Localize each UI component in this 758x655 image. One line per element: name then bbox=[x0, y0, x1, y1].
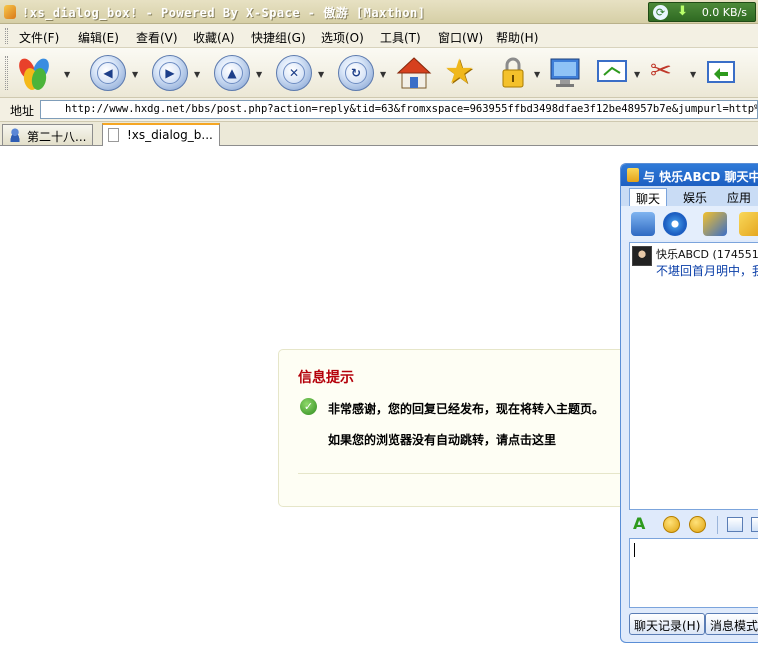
refresh-dropdown-icon[interactable]: ▼ bbox=[380, 70, 386, 79]
maxthon-app-icon bbox=[4, 5, 16, 19]
menu-bar: 文件(F) 编辑(E) 查看(V) 收藏(A) 快捷组(G) 选项(O) 工具(… bbox=[0, 24, 758, 48]
back-dropdown-icon[interactable]: ▼ bbox=[132, 70, 138, 79]
chat-history-button[interactable]: 聊天记录(H) bbox=[629, 613, 706, 635]
menu-favorites[interactable]: 收藏(A) bbox=[193, 29, 235, 46]
text-caret bbox=[634, 543, 635, 557]
network-speed-widget[interactable]: ⟳ ⬇ 0.0 KB/s bbox=[648, 2, 756, 22]
magic-face-icon[interactable] bbox=[689, 516, 706, 533]
format-divider bbox=[717, 516, 718, 534]
window-title: !xs_dialog_box! - Powered By X-Space - 傲… bbox=[22, 6, 426, 20]
screen-capture-dropdown-icon[interactable]: ▼ bbox=[634, 70, 640, 79]
stop-dropdown-icon[interactable]: ▼ bbox=[318, 70, 324, 79]
toolbar-grip[interactable] bbox=[5, 56, 8, 90]
screenshot-icon[interactable] bbox=[751, 517, 758, 532]
emoticon-icon[interactable] bbox=[663, 516, 680, 533]
stop-icon: ✕ bbox=[283, 62, 305, 84]
chat-tools bbox=[621, 206, 758, 240]
monitor-icon[interactable] bbox=[548, 56, 582, 88]
lock-icon[interactable] bbox=[500, 56, 526, 90]
success-message: 非常感谢，您的回复已经发布，现在将转入主题页。 bbox=[328, 402, 605, 416]
menu-edit[interactable]: 编辑(E) bbox=[78, 29, 119, 46]
up-button[interactable]: ▲ bbox=[214, 55, 250, 91]
back-button[interactable]: ◀ bbox=[90, 55, 126, 91]
send-image-icon[interactable] bbox=[727, 517, 743, 532]
file-transfer-icon[interactable] bbox=[739, 212, 758, 236]
refresh-icon[interactable]: ⟳ bbox=[653, 5, 668, 20]
screen-capture-icon[interactable] bbox=[596, 58, 630, 86]
tab-bar: 第二十八... !xs_dialog_b... bbox=[0, 122, 758, 146]
avatar bbox=[632, 246, 652, 266]
message-sender: 快乐ABCD (174551775 bbox=[656, 248, 758, 261]
checkmark-icon: ✓ bbox=[300, 398, 317, 415]
menu-file[interactable]: 文件(F) bbox=[19, 29, 59, 46]
speed-readout: 0.0 KB/s bbox=[701, 6, 747, 19]
chat-message-area[interactable]: 快乐ABCD (174551775 不堪回首月明中，我 bbox=[629, 242, 758, 510]
forward-dropdown-icon[interactable]: ▼ bbox=[194, 70, 200, 79]
title-bar: !xs_dialog_box! - Powered By X-Space - 傲… bbox=[0, 0, 758, 24]
forward-arrow-icon: ▶ bbox=[159, 62, 181, 84]
chat-title-bar[interactable]: 与 快乐ABCD 聊天中 bbox=[621, 164, 758, 186]
up-arrow-icon: ▲ bbox=[221, 62, 243, 84]
chat-title: 与 快乐ABCD 聊天中 bbox=[643, 170, 758, 184]
url-input[interactable]: http://www.hxdg.net/bbs/post.php?action=… bbox=[40, 100, 758, 119]
menu-grip[interactable] bbox=[5, 28, 8, 44]
up-dropdown-icon[interactable]: ▼ bbox=[256, 70, 262, 79]
menu-tools[interactable]: 工具(T) bbox=[380, 29, 421, 46]
tools-dropdown-icon[interactable]: ▼ bbox=[690, 70, 696, 79]
address-bar: 地址 http://www.hxdg.net/bbs/post.php?acti… bbox=[0, 98, 758, 122]
chat-tab-apps[interactable]: 应用 bbox=[721, 188, 757, 206]
toolbar: ▼ ◀ ▼ ▶ ▼ ▲ ▼ ✕ ▼ ↻ ▼ ★ ▼ ▼ ✂ ▼ bbox=[0, 48, 758, 98]
msn-dropdown-icon[interactable]: ▼ bbox=[64, 70, 70, 79]
format-toolbar: A bbox=[629, 514, 758, 536]
stop-button[interactable]: ✕ bbox=[276, 55, 312, 91]
chat-tabs: 聊天 娱乐 应用 bbox=[621, 186, 758, 206]
lock-dropdown-icon[interactable]: ▼ bbox=[534, 70, 540, 79]
refresh-icon: ↻ bbox=[345, 62, 367, 84]
message-mode-button[interactable]: 消息模式 bbox=[705, 613, 758, 635]
tab-first[interactable]: 第二十八... bbox=[2, 124, 94, 145]
page-icon bbox=[108, 128, 119, 142]
favorites-star-icon[interactable]: ★ bbox=[444, 52, 474, 92]
tools-icon[interactable]: ✂ bbox=[650, 56, 686, 88]
home-icon[interactable] bbox=[396, 56, 432, 90]
forward-button[interactable]: ▶ bbox=[152, 55, 188, 91]
address-label: 地址 bbox=[10, 104, 35, 118]
user-icon bbox=[8, 128, 22, 142]
microphone-icon[interactable] bbox=[703, 212, 727, 236]
chat-tab-chat[interactable]: 聊天 bbox=[629, 188, 668, 206]
msn-butterfly-icon[interactable] bbox=[16, 56, 52, 92]
contact-card-icon[interactable] bbox=[631, 212, 655, 236]
notice-box: 信息提示 ✓ 非常感谢，您的回复已经发布，现在将转入主题页。 如果您的浏览器没有… bbox=[278, 349, 679, 507]
redirect-link[interactable]: 如果您的浏览器没有自动跳转，请点击这里 bbox=[328, 431, 556, 448]
font-icon[interactable]: A bbox=[633, 514, 645, 533]
webcam-icon[interactable] bbox=[663, 212, 687, 236]
chat-window: 与 快乐ABCD 聊天中 聊天 娱乐 应用 快乐ABCD (174551775 … bbox=[620, 163, 758, 643]
back-arrow-icon: ◀ bbox=[97, 62, 119, 84]
menu-help[interactable]: 帮助(H) bbox=[496, 29, 538, 46]
menu-groups[interactable]: 快捷组(G) bbox=[251, 29, 306, 46]
menu-window[interactable]: 窗口(W) bbox=[438, 29, 483, 46]
message-text: 不堪回首月明中，我 bbox=[656, 264, 758, 278]
chat-tab-entertainment[interactable]: 娱乐 bbox=[677, 188, 713, 206]
restore-page-icon[interactable] bbox=[704, 58, 738, 86]
tab-label: 第二十八... bbox=[27, 130, 87, 144]
refresh-button[interactable]: ↻ bbox=[338, 55, 374, 91]
tab-dialog-box[interactable]: !xs_dialog_b... bbox=[102, 123, 220, 146]
url-text: http://www.hxdg.net/bbs/post.php?action=… bbox=[65, 103, 758, 115]
tab-label: !xs_dialog_b... bbox=[127, 128, 213, 142]
notice-title: 信息提示 bbox=[298, 370, 354, 386]
menu-view[interactable]: 查看(V) bbox=[136, 29, 178, 46]
chat-input[interactable] bbox=[629, 538, 758, 608]
qq-icon bbox=[627, 168, 639, 182]
download-arrow-icon: ⬇ bbox=[677, 4, 688, 19]
menu-options[interactable]: 选项(O) bbox=[321, 29, 364, 46]
